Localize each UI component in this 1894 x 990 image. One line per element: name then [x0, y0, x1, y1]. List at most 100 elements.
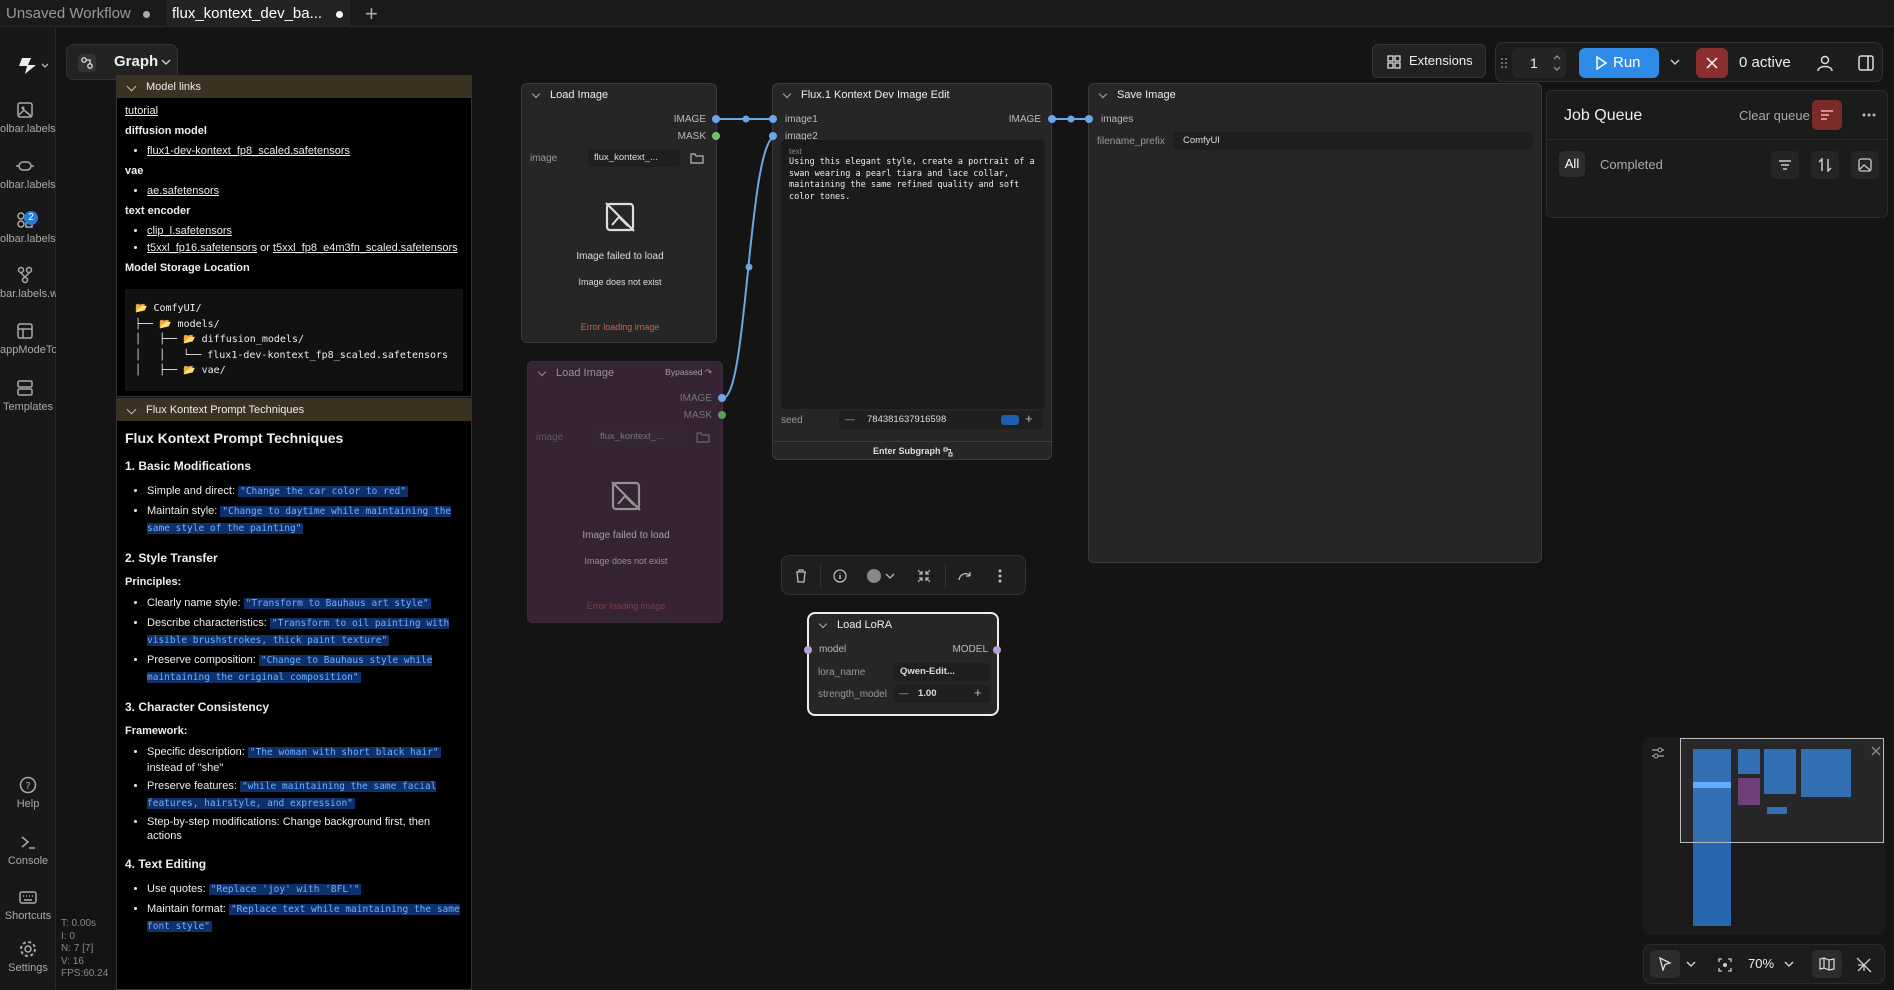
- tab-all[interactable]: All: [1559, 151, 1585, 177]
- lora-name-select[interactable]: Qwen-Edit...: [894, 663, 990, 681]
- t5-fp16-link[interactable]: t5xxl_fp16.safetensors: [147, 242, 257, 254]
- code-example: "The woman with short black hair": [247, 747, 441, 758]
- load-lora-node[interactable]: Load LoRA model MODEL lora_name Qwen-Edi…: [807, 612, 999, 716]
- strength-input[interactable]: — 1.00 +: [894, 685, 990, 703]
- sidebar-item-templates[interactable]: Templates: [0, 379, 56, 413]
- strength-decrement-button[interactable]: —: [899, 685, 909, 703]
- section-basic: 1. Basic Modifications: [125, 459, 252, 473]
- output-image-slot[interactable]: IMAGE: [1009, 114, 1041, 125]
- t5-fp8-link[interactable]: t5xxl_fp8_e4m3fn_scaled.safetensors: [273, 242, 458, 254]
- clear-queue-button[interactable]: Clear queue: [1739, 108, 1810, 123]
- sidebar-item-settings[interactable]: Settings: [0, 940, 56, 974]
- image-select[interactable]: flux_kontext_...: [588, 149, 680, 167]
- prompt-textarea[interactable]: text Using this elegant style, create a …: [781, 140, 1045, 409]
- toggle-minimap-button[interactable]: [1812, 950, 1842, 978]
- select-mode-button[interactable]: [1650, 950, 1680, 978]
- image-missing-text: Image does not exist: [578, 277, 662, 287]
- sidebar-item-workflows[interactable]: bar.labels.w: [0, 266, 56, 300]
- output-image-slot[interactable]: IMAGE: [680, 393, 712, 404]
- image-fail-text: Image failed to load: [582, 530, 670, 541]
- sidebar-item-images[interactable]: olbar.labels.: [0, 101, 56, 135]
- image-off-icon: [605, 202, 635, 232]
- node-color-icon[interactable]: [866, 568, 896, 584]
- input-model-slot[interactable]: model: [819, 644, 846, 655]
- chevron-down-icon[interactable]: [1686, 961, 1696, 969]
- clear-history-button[interactable]: [1812, 100, 1842, 130]
- vae-link[interactable]: ae.safetensors: [147, 185, 219, 197]
- minimap-settings-icon[interactable]: [1651, 746, 1665, 760]
- more-icon[interactable]: [1862, 113, 1876, 117]
- bypassed-load-image-node[interactable]: Load Image Bypassed ↷ IMAGE MASK image f…: [527, 361, 723, 623]
- input-image1-slot[interactable]: image1: [785, 114, 818, 125]
- bypass-icon[interactable]: [958, 569, 972, 583]
- image-widget-label: image: [530, 153, 558, 164]
- text-widget-label: text: [789, 147, 802, 156]
- image-error-text: Error loading image: [580, 322, 660, 332]
- model-links-note[interactable]: Model links tutorial diffusion model flu…: [116, 75, 472, 397]
- output-model-slot[interactable]: MODEL: [952, 644, 988, 655]
- zoom-level[interactable]: 70%: [1748, 956, 1774, 971]
- minimap[interactable]: [1643, 737, 1885, 935]
- output-mask-slot[interactable]: MASK: [684, 410, 712, 421]
- run-button[interactable]: Run: [1579, 48, 1659, 78]
- enter-subgraph-button[interactable]: Enter Subgraph: [773, 446, 1053, 457]
- item-label: Preserve composition:: [147, 654, 256, 666]
- toggle-panel-icon[interactable]: [1858, 55, 1874, 71]
- stat-i: I: 0: [61, 930, 75, 942]
- sidebar-item-app-mode[interactable]: appModeTo: [0, 322, 56, 356]
- user-icon[interactable]: [1816, 54, 1834, 72]
- chevron-down-icon[interactable]: [1784, 961, 1794, 969]
- seed-control-badge[interactable]: [1001, 415, 1019, 425]
- tree-line: ├── 📂 models/: [135, 318, 220, 330]
- input-images-slot[interactable]: images: [1101, 114, 1133, 125]
- gallery-button[interactable]: [1851, 151, 1879, 179]
- cancel-run-button[interactable]: [1696, 48, 1728, 78]
- seed-input[interactable]: — 784381637916598 +: [839, 411, 1043, 429]
- sidebar-item-console[interactable]: Console: [0, 833, 56, 867]
- output-image-slot[interactable]: IMAGE: [674, 114, 706, 125]
- image-select[interactable]: flux_kontext_...: [594, 428, 686, 446]
- stepper-icon[interactable]: [1552, 53, 1562, 73]
- image-fail-text: Image failed to load: [576, 251, 664, 262]
- load-image-node[interactable]: Load Image IMAGE MASK image flux_kontext…: [521, 83, 717, 343]
- tutorial-link[interactable]: tutorial: [125, 105, 158, 117]
- enter-subgraph-label: Enter Subgraph: [872, 446, 941, 456]
- sidebar-item-shortcuts[interactable]: Shortcuts: [0, 888, 56, 922]
- flux-kontext-node[interactable]: Flux.1 Kontext Dev Image Edit image1 ima…: [772, 83, 1053, 460]
- strength-value: 1.00: [918, 688, 937, 699]
- filter-button[interactable]: [1771, 151, 1799, 179]
- trash-icon[interactable]: [794, 569, 808, 583]
- save-image-node[interactable]: Save Image images filename_prefix ComfyU…: [1088, 83, 1542, 563]
- comfy-logo-icon[interactable]: [16, 55, 48, 77]
- fit-view-icon[interactable]: [1718, 958, 1732, 972]
- batch-count-input[interactable]: 1: [1512, 48, 1566, 78]
- toggle-links-icon[interactable]: [1856, 957, 1872, 973]
- stat-v: V: 16: [61, 955, 84, 967]
- run-toolbar: 1 Run 0 active: [1495, 42, 1883, 82]
- run-options-chevron-icon[interactable]: [1670, 59, 1680, 67]
- diffusion-model-link[interactable]: flux1-dev-kontext_fp8_scaled.safetensors: [147, 145, 350, 157]
- info-icon[interactable]: [833, 569, 847, 583]
- clip-link[interactable]: clip_l.safetensors: [147, 225, 232, 237]
- collapse-icon[interactable]: [917, 569, 931, 583]
- filename-prefix-input[interactable]: ComfyUI: [1173, 132, 1533, 150]
- stat-nodes: N: 7 [7]: [61, 943, 94, 954]
- seed-decrement-button[interactable]: —: [845, 411, 855, 429]
- seed-increment-button[interactable]: +: [1025, 410, 1033, 428]
- more-vertical-icon[interactable]: [998, 569, 1002, 583]
- upload-folder-icon[interactable]: [690, 152, 704, 164]
- sidebar-item-nodes[interactable]: 2 olbar.labels.: [0, 211, 56, 245]
- sort-button[interactable]: [1811, 151, 1839, 179]
- sidebar-item-model-links[interactable]: olbar.labels.: [0, 157, 56, 191]
- output-mask-slot[interactable]: MASK: [678, 131, 706, 142]
- strength-increment-button[interactable]: +: [974, 684, 982, 702]
- techniques-note[interactable]: Flux Kontext Prompt Techniques Flux Kont…: [116, 398, 472, 990]
- sidebar-item-help[interactable]: ? Help: [0, 776, 56, 810]
- extensions-button[interactable]: Extensions: [1372, 44, 1486, 78]
- upload-folder-icon[interactable]: [696, 431, 710, 443]
- drag-handle-icon[interactable]: [1500, 57, 1508, 69]
- image-icon: [1858, 158, 1872, 172]
- minimap-viewport[interactable]: [1680, 738, 1884, 843]
- tab-completed[interactable]: Completed: [1600, 157, 1663, 172]
- console-icon: [21, 836, 35, 849]
